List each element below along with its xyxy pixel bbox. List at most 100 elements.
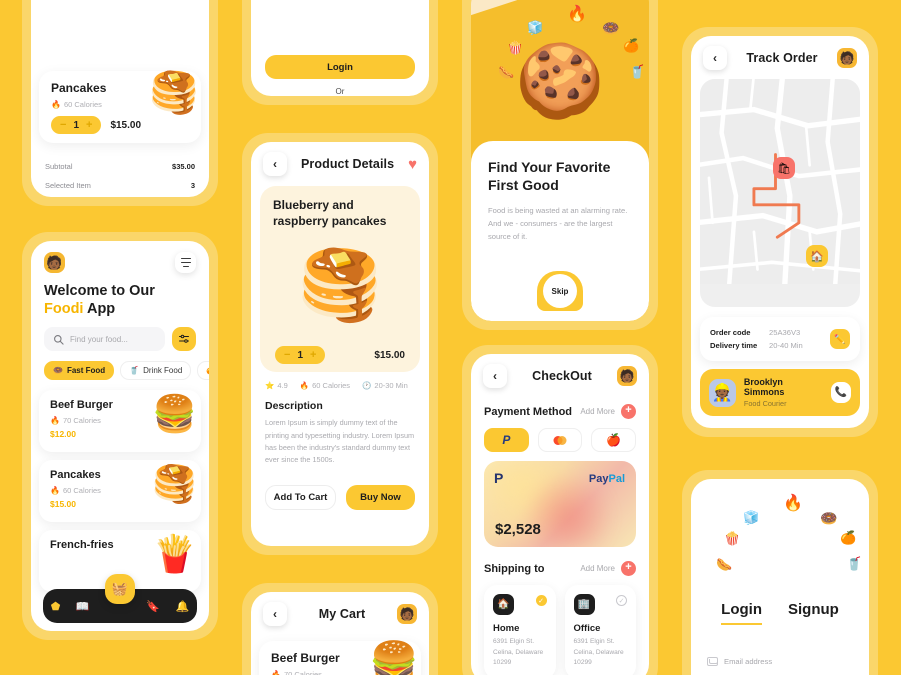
category-chips: 🍩 Fast Food 🥤 Drink Food 🍊 Fr	[31, 351, 209, 381]
email-label: Email address	[724, 657, 773, 666]
call-button[interactable]: 📞	[830, 382, 851, 403]
totals-row: Subtotal $35.00	[45, 157, 195, 176]
search-placeholder: Find your food...	[70, 334, 128, 344]
auth-tabs: Login Signup	[691, 595, 869, 625]
subtotal-value: $35.00	[172, 162, 195, 171]
delivery-time-row: Delivery time 20-40 Min	[710, 339, 803, 352]
add-to-cart-button[interactable]: Add To Cart	[265, 484, 336, 510]
cart-item-calories: 60 Calories	[63, 100, 102, 109]
hotdog-icon: 🌭	[498, 65, 515, 80]
category-chip-fast-food[interactable]: 🍩 Fast Food	[44, 361, 115, 381]
store-pin-icon[interactable]: 🛍	[773, 157, 795, 179]
address-unselected-check-icon[interactable]: ✓	[616, 595, 627, 606]
back-button[interactable]: ‹	[483, 364, 507, 388]
email-field[interactable]: Email address	[691, 625, 869, 666]
home-pin-icon[interactable]: 🏠	[806, 245, 828, 267]
hamburger-menu-icon[interactable]	[175, 252, 196, 273]
paypal-logo-icon: P	[494, 470, 504, 486]
quantity-value: 1	[73, 119, 79, 131]
pancakes-image: 🥞	[152, 463, 197, 505]
delivery-time-label: Delivery time	[710, 341, 758, 350]
back-button[interactable]: ‹	[263, 602, 287, 626]
burger-image: 🍔	[369, 641, 419, 675]
increment-icon[interactable]: +	[86, 119, 92, 131]
food-calories: 60 Calories	[62, 486, 101, 496]
onboarding-heading: Find Your Favorite First Good	[488, 159, 632, 195]
orange-icon: 🍊	[623, 38, 640, 53]
food-card[interactable]: Beef Burger 🔥 70 Calories $12.00 🍔	[39, 390, 201, 453]
brand-name: Foodi	[44, 301, 84, 318]
heading-line-1: Find Your Favorite	[488, 159, 611, 175]
paypal-balance-card[interactable]: P PayPal $2,528	[484, 461, 636, 547]
payment-method-apple-pay[interactable]: 🍎	[591, 428, 637, 452]
decrement-icon[interactable]: −	[284, 349, 290, 361]
cart-line-item[interactable]: Pancakes 🔥 60 Calories − 1 + $15.00 🥞	[39, 71, 201, 143]
filter-button[interactable]	[172, 327, 196, 352]
order-totals: Subtotal $35.00 Selected Item 3 Delivery…	[31, 143, 209, 197]
tab-basket-button[interactable]: 🧺	[105, 574, 135, 604]
payment-method-mastercard[interactable]	[537, 428, 583, 452]
login-button[interactable]: Login	[265, 55, 415, 79]
skip-button[interactable]: Skip	[543, 274, 577, 308]
product-meta: ⭐ 4.9 🔥 60 Calories 🕐 20-30 Min	[251, 372, 429, 390]
payment-method-paypal[interactable]: P	[484, 428, 529, 452]
avatar[interactable]: 🧑🏾	[837, 48, 857, 68]
balance-amount: $2,528	[495, 521, 541, 538]
cart-line-item[interactable]: Beef Burger 🔥 70 Calories − 1 + 🍔	[259, 641, 421, 675]
edit-button[interactable]: ✏️	[830, 329, 850, 349]
tab-home-icon[interactable]: ⬟	[51, 600, 61, 613]
totals-row: Delivery fee $0.00	[45, 195, 195, 197]
tab-bookmark-icon[interactable]: 🔖	[146, 600, 160, 613]
address-card-home[interactable]: 🏠 ✓ Home 6391 Elgin St. Celina, Delaware…	[484, 585, 556, 675]
address-card-office[interactable]: 🏢 ✓ Office 6391 Elgin St. Celina, Delawa…	[564, 585, 636, 675]
back-button[interactable]: ‹	[703, 46, 727, 70]
increment-icon[interactable]: +	[310, 349, 316, 361]
favorite-heart-icon[interactable]: ♥	[408, 156, 417, 173]
avatar[interactable]: 🧑🏾	[396, 604, 417, 624]
courier-role: Food Courier	[743, 399, 787, 408]
paypal-icon: P	[502, 433, 511, 447]
add-address-button[interactable]: +	[621, 561, 636, 576]
map-view[interactable]: 🛍 🏠	[700, 79, 860, 307]
food-card[interactable]: Pancakes 🔥 60 Calories $15.00 🥞	[39, 460, 201, 523]
address-selected-check-icon[interactable]: ✓	[535, 595, 547, 606]
avatar[interactable]: 🧑🏾	[44, 252, 65, 273]
tab-login[interactable]: Login	[721, 601, 762, 625]
fire-icon: 🔥	[783, 495, 803, 512]
subtotal-label: Subtotal	[45, 162, 73, 171]
ice-icon: 🧊	[527, 20, 544, 35]
address-name: Home	[493, 623, 520, 634]
orange-icon: 🍊	[840, 530, 857, 545]
back-button[interactable]: ‹	[263, 152, 287, 176]
donut-icon: 🍩	[602, 20, 620, 36]
decrement-icon[interactable]: −	[60, 119, 66, 131]
ice-icon: 🧊	[743, 510, 760, 525]
page-title: Welcome to Our Foodi App	[31, 273, 209, 318]
envelope-icon	[707, 657, 718, 666]
flame-icon: 🔥	[50, 416, 60, 426]
home-icon: 🏠	[493, 594, 514, 615]
skip-control[interactable]: Skip	[537, 271, 583, 311]
page-title: My Cart	[318, 607, 366, 621]
add-payment-button[interactable]: +	[621, 404, 636, 419]
category-chip-drink-food[interactable]: 🥤 Drink Food	[120, 361, 192, 381]
address-list: 🏠 ✓ Home 6391 Elgin St. Celina, Delaware…	[471, 576, 649, 675]
product-rating: 4.9	[277, 381, 288, 391]
tab-bell-icon[interactable]: 🔔	[176, 600, 190, 613]
buy-now-button[interactable]: Buy Now	[346, 484, 415, 510]
order-code-label: Order code	[710, 328, 751, 337]
paypal-brand: PayPal	[588, 473, 625, 485]
quantity-stepper[interactable]: − 1 +	[275, 346, 326, 365]
courier-card: 👷🏾 Brooklyn Simmons Food Courier 📞	[700, 369, 860, 416]
search-input[interactable]: Find your food...	[44, 327, 165, 352]
category-chip-fruits[interactable]: 🍊 Fr	[197, 361, 209, 381]
map-roads	[700, 79, 860, 284]
tab-book-icon[interactable]: 📖	[76, 600, 90, 613]
tab-signup[interactable]: Signup	[788, 601, 839, 625]
drink-icon: 🥤	[846, 556, 863, 571]
office-icon: 🏢	[573, 594, 595, 615]
quantity-stepper[interactable]: − 1 +	[51, 116, 102, 134]
selected-item-label: Selected Item	[45, 181, 91, 190]
avatar[interactable]: 🧑🏾	[617, 366, 637, 386]
flame-icon: 🔥	[271, 670, 281, 675]
